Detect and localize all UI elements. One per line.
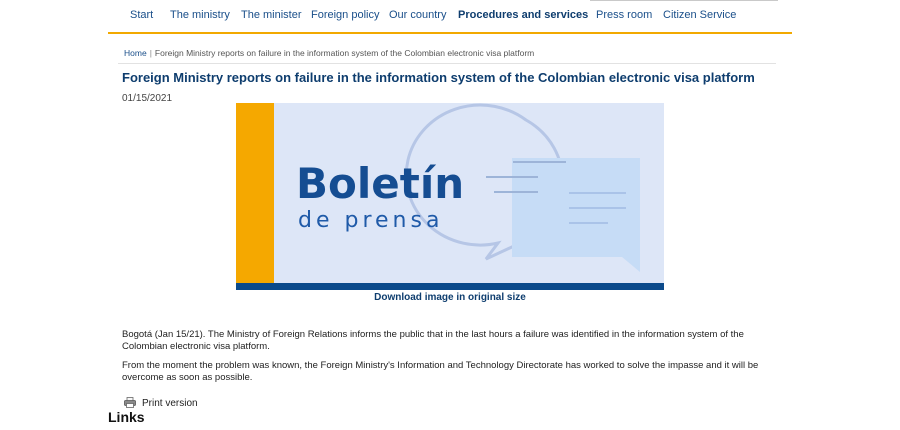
printer-icon bbox=[124, 397, 136, 408]
breadcrumb: Home | Foreign Ministry reports on failure… bbox=[124, 48, 534, 58]
breadcrumb-separator: | bbox=[149, 48, 152, 58]
image-heading: Boletín bbox=[296, 159, 464, 208]
nav-item-press-room[interactable]: Press room bbox=[596, 9, 652, 21]
nav-item-the-ministry[interactable]: The ministry bbox=[170, 9, 230, 21]
print-version-link[interactable]: Print version bbox=[124, 397, 198, 409]
article-paragraph-2: From the moment the problem was known, t… bbox=[122, 360, 759, 383]
nav-item-start[interactable]: Start bbox=[130, 9, 153, 21]
nav-item-the-minister[interactable]: The minister bbox=[241, 9, 302, 21]
article-image[interactable]: Boletín de prensa bbox=[236, 103, 664, 290]
image-subheading: de prensa bbox=[298, 208, 443, 233]
nav-item-foreign-policy[interactable]: Foreign policy bbox=[311, 9, 379, 21]
nav-item-citizen-service[interactable]: Citizen Service bbox=[663, 9, 736, 21]
main-nav: Start The ministry The minister Foreign … bbox=[108, 0, 792, 34]
article-paragraph-1: Bogotá (Jan 15/21). The Ministry of Fore… bbox=[122, 329, 744, 352]
links-heading: Links bbox=[108, 409, 145, 425]
message-card-icon bbox=[512, 158, 640, 272]
breadcrumb-current: Foreign Ministry reports on failure in t… bbox=[154, 48, 535, 58]
print-version-label: Print version bbox=[142, 398, 198, 409]
download-image-link[interactable]: Download image in original size bbox=[236, 292, 664, 303]
page-title: Foreign Ministry reports on failure in t… bbox=[122, 70, 755, 85]
boletin-de-prensa-image: Boletín de prensa bbox=[236, 103, 664, 290]
nav-item-our-country[interactable]: Our country bbox=[389, 9, 446, 21]
breadcrumb-divider bbox=[118, 63, 776, 64]
nav-top-divider bbox=[590, 0, 778, 1]
nav-item-procedures-and-services[interactable]: Procedures and services bbox=[458, 9, 588, 21]
article-date: 01/15/2021 bbox=[122, 93, 173, 104]
breadcrumb-home-link[interactable]: Home bbox=[124, 48, 147, 58]
